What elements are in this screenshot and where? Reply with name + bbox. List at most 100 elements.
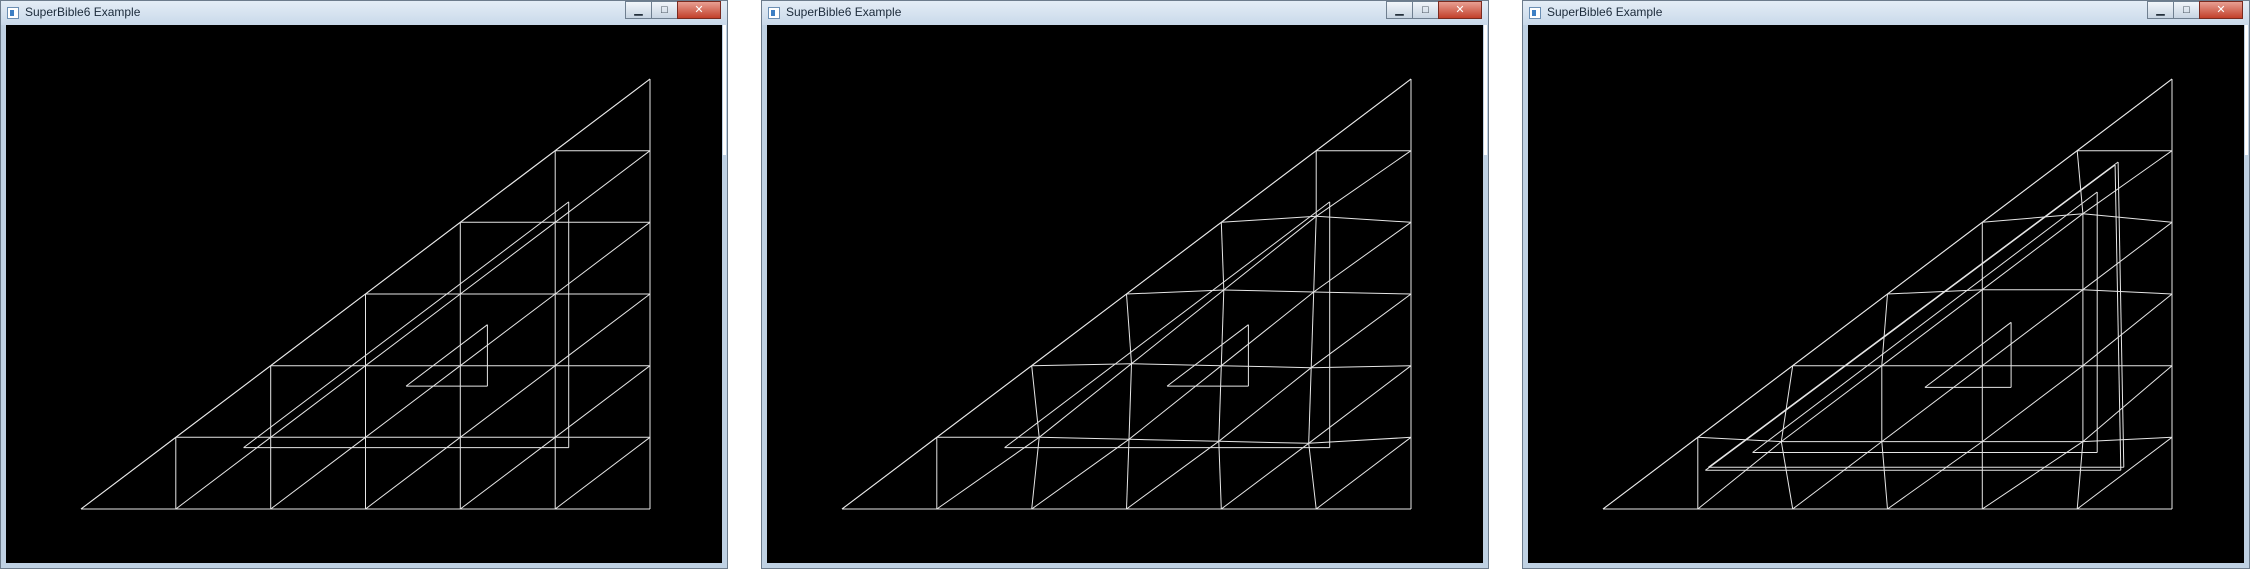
wire-edge: [1220, 222, 1225, 291]
wire-edge: [1697, 441, 1782, 510]
wire-edge: [1310, 291, 1315, 368]
wire-edge: [1221, 215, 1317, 223]
inner-triangle-edge: [2117, 161, 2125, 468]
render-canvas[interactable]: [1528, 25, 2244, 563]
wire-edge: [2076, 441, 2084, 510]
window-controls: ▁ □ ✕: [625, 1, 721, 19]
inner-ring-edge: [405, 324, 488, 387]
wire-edge: [1128, 365, 1222, 440]
wire-edge: [2082, 213, 2173, 223]
wire-edge: [1881, 441, 1888, 510]
wire-edge: [1780, 441, 1794, 510]
window-2: SuperBible6 Example ▁ □ ✕: [761, 0, 1489, 569]
window-1: SuperBible6 Example ▁ □ ✕: [0, 0, 728, 569]
app-icon[interactable]: [768, 7, 780, 19]
wire-edge: [1218, 367, 1312, 442]
tessellated-triangle-wireframe: [841, 78, 1412, 510]
close-button[interactable]: ✕: [1438, 1, 1482, 19]
render-canvas[interactable]: [767, 25, 1483, 563]
close-button[interactable]: ✕: [677, 1, 721, 19]
wire-edge: [1316, 215, 1412, 223]
wire-edge: [1780, 365, 1794, 442]
window-controls: ▁ □ ✕: [2147, 1, 2243, 19]
wire-edge: [554, 436, 651, 510]
wire-edge: [270, 365, 366, 438]
wire-edge: [1131, 289, 1225, 365]
render-canvas[interactable]: [6, 25, 722, 563]
maximize-button[interactable]: □: [651, 1, 677, 19]
inner-ring-edge: [243, 201, 570, 448]
wire-edge: [1126, 439, 1130, 510]
tessellated-triangle-wireframe: [80, 78, 651, 510]
window-title: SuperBible6 Example: [25, 5, 141, 19]
wire-edge: [1128, 438, 1219, 442]
wire-edge: [2076, 436, 2173, 510]
wire-edge: [459, 365, 556, 438]
wire-edge: [1218, 440, 1309, 444]
window-controls: ▁ □ ✕: [1386, 1, 1482, 19]
wire-edge: [365, 365, 461, 438]
wire-edge: [1315, 436, 1412, 510]
wire-edge: [1313, 291, 1412, 295]
wire-edge: [1031, 363, 1132, 367]
wire-edge: [1223, 215, 1317, 291]
maximize-button[interactable]: □: [1412, 1, 1438, 19]
scroll-indicator: [2245, 25, 2248, 155]
window-title: SuperBible6 Example: [786, 5, 902, 19]
wire-edge: [554, 221, 651, 295]
minimize-button[interactable]: ▁: [625, 1, 651, 19]
window-3: SuperBible6 Example ▁ □ ✕: [1522, 0, 2250, 569]
maximize-button[interactable]: □: [2173, 1, 2199, 19]
scroll-indicator: [1484, 25, 1487, 155]
wire-edge: [1038, 363, 1132, 438]
wire-edge: [1313, 216, 1317, 293]
wire-edge: [1881, 365, 1983, 442]
wire-edge: [1308, 443, 1317, 510]
app-icon[interactable]: [7, 7, 19, 19]
close-button[interactable]: ✕: [2199, 1, 2243, 19]
title-bar[interactable]: SuperBible6 Example ▁ □ ✕: [1523, 1, 2249, 25]
wire-edge: [1981, 289, 2084, 367]
wire-edge: [1220, 289, 1225, 366]
wire-edge: [1308, 365, 1412, 444]
inner-ring-edge: [1924, 321, 2012, 388]
minimize-button[interactable]: ▁: [1386, 1, 1412, 19]
scroll-indicator: [723, 25, 726, 155]
wire-edge: [1982, 441, 2084, 510]
wire-edge: [1218, 365, 1222, 442]
inner-triangle-edge: [2114, 164, 2122, 471]
title-bar[interactable]: SuperBible6 Example ▁ □ ✕: [762, 1, 1488, 25]
app-icon[interactable]: [1529, 7, 1541, 19]
wire-edge: [1128, 363, 1132, 440]
outer-edge: [841, 78, 1412, 510]
wire-edge: [1126, 440, 1220, 510]
wire-edge: [1220, 291, 1315, 367]
window-title: SuperBible6 Example: [1547, 5, 1663, 19]
wire-edge: [2082, 293, 2173, 367]
title-bar[interactable]: SuperBible6 Example ▁ □ ✕: [1, 1, 727, 25]
wire-edge: [1310, 293, 1412, 369]
wire-edge: [554, 293, 651, 367]
wire-edge: [2082, 289, 2173, 295]
wire-edge: [2082, 365, 2173, 442]
wire-edge: [1881, 293, 1888, 366]
inner-ring-edge: [1752, 191, 2098, 453]
wire-edge: [1315, 150, 1412, 217]
wire-edge: [1311, 365, 1412, 369]
wire-edge: [1031, 438, 1130, 510]
wire-edge: [1218, 441, 1222, 510]
wire-edge: [1792, 441, 1883, 510]
wire-edge: [365, 293, 461, 367]
wire-edge: [2082, 436, 2173, 443]
wire-edge: [459, 293, 556, 367]
tessellated-triangle-wireframe: [1602, 78, 2173, 510]
wire-edge: [1308, 367, 1312, 444]
minimize-button[interactable]: ▁: [2147, 1, 2173, 19]
wire-edge: [1780, 365, 1883, 442]
wire-edge: [1887, 441, 1983, 510]
wire-edge: [459, 221, 556, 295]
outer-edge: [1602, 78, 2173, 510]
wire-edge: [1131, 363, 1222, 367]
wire-edge: [1982, 213, 2083, 223]
wire-edge: [554, 150, 651, 223]
